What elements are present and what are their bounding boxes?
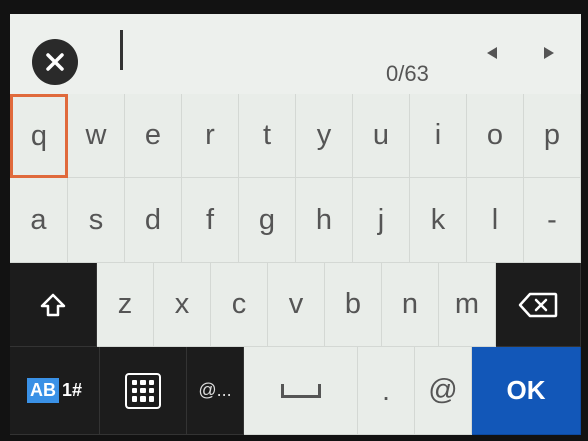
cursor-right-button[interactable]	[540, 44, 558, 62]
clear-button[interactable]	[32, 39, 78, 85]
keyboard-row-2: a s d f g h j k l -	[10, 178, 581, 263]
key-i[interactable]: i	[410, 94, 467, 178]
arrow-right-icon	[544, 47, 554, 59]
key-u[interactable]: u	[353, 94, 410, 178]
key-n[interactable]: n	[382, 263, 439, 347]
space-key[interactable]	[244, 347, 358, 435]
keyboard-row-4: AB 1# @... . @ OK	[10, 347, 581, 435]
mode-ab-label: AB	[26, 378, 59, 403]
key-b[interactable]: b	[325, 263, 382, 347]
key-g[interactable]: g	[239, 178, 296, 263]
backspace-key[interactable]	[496, 263, 581, 347]
text-cursor[interactable]	[120, 30, 123, 70]
symbols-key[interactable]: @...	[187, 347, 244, 435]
key-p[interactable]: p	[524, 94, 581, 178]
key-o[interactable]: o	[467, 94, 524, 178]
ok-button[interactable]: OK	[472, 347, 581, 435]
key-l[interactable]: l	[467, 178, 524, 263]
key-m[interactable]: m	[439, 263, 496, 347]
period-key[interactable]: .	[358, 347, 415, 435]
ok-label: OK	[506, 375, 546, 405]
input-mode-key[interactable]: AB 1#	[10, 347, 100, 435]
keypad-icon	[125, 372, 161, 409]
shift-key[interactable]	[10, 263, 97, 347]
keypad-key[interactable]	[100, 347, 187, 435]
touch-screen: 0/63 q w e r t y u i o p a s d f g h j k…	[10, 14, 581, 435]
at-key[interactable]: @	[415, 347, 472, 435]
key-k[interactable]: k	[410, 178, 467, 263]
character-counter: 0/63	[386, 61, 429, 86]
key-r[interactable]: r	[182, 94, 239, 178]
key-w[interactable]: w	[68, 94, 125, 178]
key-h[interactable]: h	[296, 178, 353, 263]
arrow-left-icon	[487, 47, 497, 59]
symbols-label: @...	[198, 380, 232, 400]
keyboard: q w e r t y u i o p a s d f g h j k l - …	[10, 94, 581, 435]
text-input-bar: 0/63	[10, 14, 581, 94]
key-v[interactable]: v	[268, 263, 325, 347]
mode-num-label: 1#	[61, 380, 83, 400]
period-label: .	[382, 374, 390, 406]
key-s[interactable]: s	[68, 178, 125, 263]
key-y[interactable]: y	[296, 94, 353, 178]
space-icon	[280, 383, 321, 398]
backspace-icon	[518, 292, 558, 317]
close-icon	[46, 53, 64, 71]
device-frame: 0/63 q w e r t y u i o p a s d f g h j k…	[0, 0, 588, 441]
key-t[interactable]: t	[239, 94, 296, 178]
key-x[interactable]: x	[154, 263, 211, 347]
key-e[interactable]: e	[125, 94, 182, 178]
key-c[interactable]: c	[211, 263, 268, 347]
cursor-left-button[interactable]	[483, 44, 501, 62]
key-hyphen[interactable]: -	[524, 178, 581, 263]
keyboard-row-1: q w e r t y u i o p	[10, 94, 581, 178]
keyboard-row-3: z x c v b n m	[10, 263, 581, 347]
key-j[interactable]: j	[353, 178, 410, 263]
key-d[interactable]: d	[125, 178, 182, 263]
key-f[interactable]: f	[182, 178, 239, 263]
key-a[interactable]: a	[10, 178, 68, 263]
shift-icon	[40, 293, 66, 316]
key-z[interactable]: z	[97, 263, 154, 347]
key-q[interactable]: q	[10, 94, 68, 178]
